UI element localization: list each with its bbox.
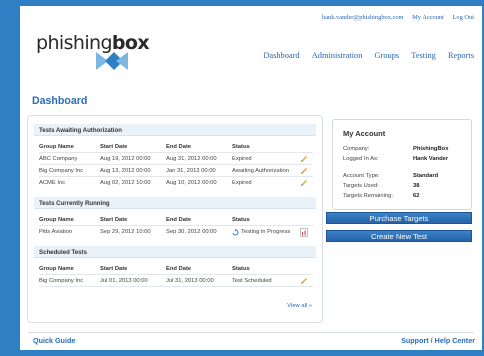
targets-used-value: 38 [413,183,420,189]
quick-guide-link[interactable]: Quick Guide [33,336,75,345]
my-account-panel: My Account Company: PhishingBox Logged I… [332,119,472,210]
divider [39,225,313,226]
user-email-link[interactable]: hank.vander@phishingbox.com [322,14,404,21]
col-group-name: Group Name [39,144,74,150]
account-title: My Account [343,129,386,138]
section-title-scheduled: Scheduled Tests [34,246,316,258]
col-start-date: Start Date [100,266,128,272]
targets-remaining-label: Targets Remaining: [343,193,393,199]
logged-in-value: Hank Vander [413,156,449,162]
page-container: phishingbox hank.vander@phishingbox.com … [20,6,482,350]
col-status: Status [232,217,250,223]
cell-group: Pitts Aviation [39,229,73,235]
logo-text-part2: box [111,32,150,54]
top-links: hank.vander@phishingbox.com My Account L… [315,14,474,21]
phishingbox-logo[interactable]: phishingbox [36,32,156,72]
cell-group: Big Company Inc [39,168,84,174]
cell-end: Aug 10, 2012 00:00 [166,180,217,186]
company-label: Company: [343,146,370,152]
col-end-date: End Date [166,144,192,150]
page-title: Dashboard [32,95,88,107]
col-start-date: Start Date [100,217,128,223]
section-title-awaiting: Tests Awaiting Authorization [34,124,316,136]
my-account-link[interactable]: My Account [412,14,444,21]
cell-start: Aug 02, 2012 10:00 [100,180,151,186]
cell-end: Jan 31, 2013 00:00 [166,168,216,174]
cell-group: ACME Inc [39,180,66,186]
nav-dashboard[interactable]: Dashboard [263,51,299,60]
cell-end: Sep 30, 2012 00:00 [166,229,217,235]
view-all-link[interactable]: View all » [287,303,312,309]
cell-status: Awaiting Authorization [232,168,289,174]
main-nav: Dashboard Administration Groups Testing … [253,51,474,60]
edit-pencil-icon[interactable] [300,167,308,175]
logged-in-label: Logged In As: [343,156,379,162]
logout-link[interactable]: Log Out [453,14,474,21]
col-end-date: End Date [166,266,192,272]
company-value: PhishingBox [413,146,449,152]
edit-pencil-icon[interactable] [300,277,308,285]
cell-status: Test Scheduled [232,278,272,284]
cell-status: Expired [232,156,252,162]
cell-end: Aug 31, 2012 00:00 [166,156,217,162]
cell-group: Big Company Inc [39,278,84,284]
divider [39,176,313,177]
refresh-icon [232,229,239,236]
cell-end: Jul 31, 2013 00:00 [166,278,214,284]
col-start-date: Start Date [100,144,128,150]
cell-group: ABC Company [39,156,78,162]
cell-status: Expired [232,180,252,186]
purchase-targets-button[interactable]: Purchase Targets [326,212,472,224]
logo-text-part1: phishing [36,32,113,54]
col-group-name: Group Name [39,266,74,272]
divider [39,164,313,165]
create-new-test-button[interactable]: Create New Test [326,230,472,242]
divider [39,286,313,287]
report-chart-icon[interactable] [300,228,308,237]
targets-used-label: Targets Used: [343,183,379,189]
cell-status: Testing in Progress [241,229,291,235]
divider [39,152,313,153]
logo-box-icon [96,52,128,70]
cell-start: Sep 29, 2012 10:00 [100,229,151,235]
nav-administration[interactable]: Administration [312,51,363,60]
nav-groups[interactable]: Groups [375,51,400,60]
targets-remaining-value: 62 [413,193,420,199]
divider [39,274,313,275]
account-type-value: Standard [413,173,439,179]
footer-divider [28,332,474,333]
edit-pencil-icon[interactable] [300,155,308,163]
account-type-label: Account Type: [343,173,380,179]
cell-start: Aug 13, 2012 00:00 [100,168,151,174]
tests-panel: Tests Awaiting Authorization Group Name … [27,115,323,323]
cell-start: Jul 01, 2013 00:00 [100,278,148,284]
nav-reports[interactable]: Reports [448,51,474,60]
edit-pencil-icon[interactable] [300,179,308,187]
section-title-running: Tests Currently Running [34,197,316,209]
cell-start: Aug 19, 2012 00:00 [100,156,151,162]
col-group-name: Group Name [39,217,74,223]
col-end-date: End Date [166,217,192,223]
col-status: Status [232,144,250,150]
nav-testing[interactable]: Testing [411,51,436,60]
col-status: Status [232,266,250,272]
support-help-link[interactable]: Support / Help Center [401,336,475,345]
